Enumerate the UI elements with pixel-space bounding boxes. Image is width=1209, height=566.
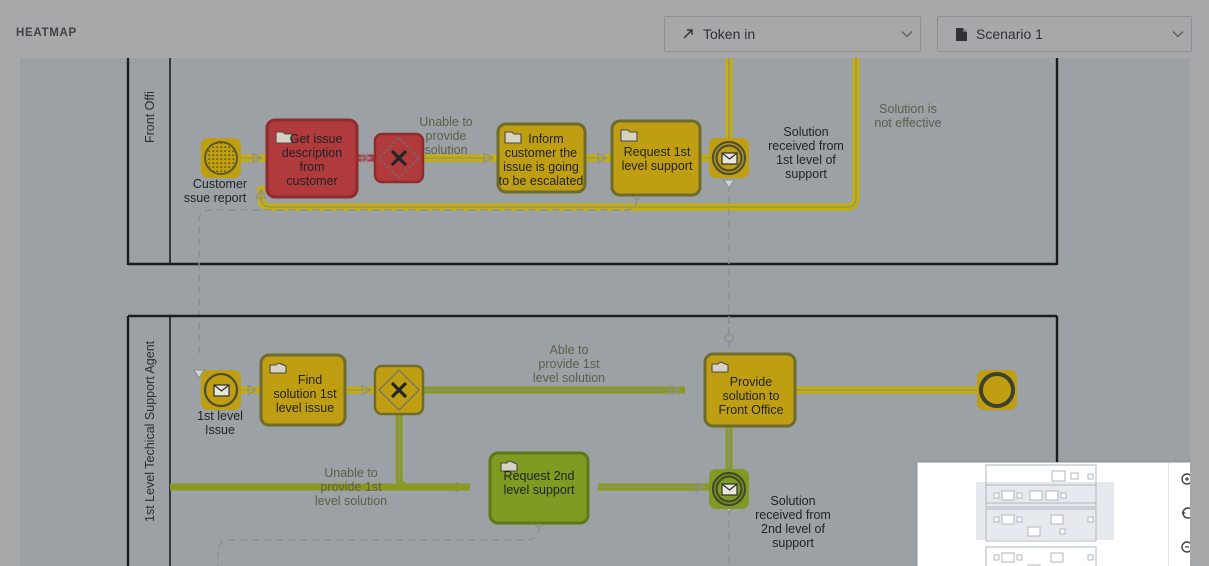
event-label: 1st level of xyxy=(776,153,836,167)
node-label: Find xyxy=(298,373,322,387)
user-task-icon xyxy=(269,362,287,374)
event-label: Issue xyxy=(205,423,235,437)
diagram-canvas[interactable]: Get issue description from customer Info… xyxy=(20,58,1190,566)
event-label: support xyxy=(785,167,827,181)
node-gateway-front-office xyxy=(373,132,425,184)
event-label: received from xyxy=(768,139,844,153)
page-title: HEATMAP xyxy=(16,27,77,39)
arrow-up-right-icon xyxy=(675,27,701,41)
event-label: ssue report xyxy=(184,191,247,205)
zoom-out-icon[interactable] xyxy=(1169,531,1190,565)
node-label: issue is going xyxy=(503,160,579,174)
event-label: received from xyxy=(755,508,831,522)
event-label: support xyxy=(772,536,814,550)
node-label: level support xyxy=(622,159,693,173)
event-label: Solution xyxy=(783,125,828,139)
flow-label: not effective xyxy=(874,116,941,130)
lane-label-first-level: 1st Level Techical Support Agent xyxy=(143,340,157,522)
flow-label: provide 1st xyxy=(320,480,382,494)
node-label: to be escalated xyxy=(499,174,584,188)
user-task-icon xyxy=(620,129,638,142)
user-task-icon xyxy=(504,131,522,144)
node-label: Provide xyxy=(730,375,772,389)
node-label: solution to xyxy=(723,389,780,403)
scenario-value: Scenario 1 xyxy=(976,26,1043,42)
flow-label: Unable to xyxy=(419,115,473,129)
node-label: customer xyxy=(286,174,337,188)
node-label: Get issue xyxy=(290,132,343,146)
token-in-value: Token in xyxy=(703,26,756,42)
top-toolbar: HEATMAP Token in Scenario 1 xyxy=(0,0,1209,58)
flow-label: provide 1st xyxy=(538,357,600,371)
node-solution-received-1st-level xyxy=(709,138,749,178)
token-in-dropdown[interactable]: Token in xyxy=(664,16,921,52)
flow-label: solution xyxy=(424,143,467,157)
event-label: 1st level xyxy=(197,409,243,423)
node-1st-level-issue xyxy=(201,370,241,410)
node-label: customer the xyxy=(505,146,577,160)
node-end-event-1st-level xyxy=(977,370,1017,410)
scenario-dropdown[interactable]: Scenario 1 xyxy=(937,16,1192,52)
event-label: Customer xyxy=(193,177,247,191)
event-label: Solution xyxy=(770,494,815,508)
node-customer-issue-report xyxy=(201,138,241,178)
lane-label-front-office: Front Offi xyxy=(143,91,157,143)
node-label: Inform xyxy=(528,132,563,146)
event-label: 2nd level of xyxy=(761,522,825,536)
node-label: Request 1st xyxy=(624,145,691,159)
flow-label: provide xyxy=(426,129,467,143)
chevron-down-icon[interactable] xyxy=(894,30,920,38)
node-label: level issue xyxy=(276,401,334,415)
node-label: Front Office xyxy=(718,403,783,417)
node-label: solution 1st xyxy=(273,387,337,401)
flow-label: Unable to xyxy=(324,466,378,480)
node-gateway-1st-level xyxy=(373,364,425,416)
zoom-fit-icon[interactable] xyxy=(1169,497,1190,531)
flow-label: level solution xyxy=(533,371,605,385)
minimap-overview[interactable] xyxy=(917,462,1190,566)
node-label: from xyxy=(300,160,325,174)
node-label: description xyxy=(282,146,342,160)
node-solution-received-2nd-level xyxy=(709,469,749,509)
node-label: Request 2nd xyxy=(504,469,575,483)
zoom-in-icon[interactable] xyxy=(1169,463,1190,497)
document-icon xyxy=(948,27,974,42)
user-task-icon xyxy=(711,361,729,373)
node-label: level support xyxy=(504,483,575,497)
flow-label: Able to xyxy=(550,343,589,357)
chevron-down-icon[interactable] xyxy=(1165,30,1191,38)
flow-label: level solution xyxy=(315,494,387,508)
minimap-tools xyxy=(1168,463,1190,566)
minimap-viewport[interactable] xyxy=(918,463,1168,566)
flow-label: Solution is xyxy=(879,102,937,116)
